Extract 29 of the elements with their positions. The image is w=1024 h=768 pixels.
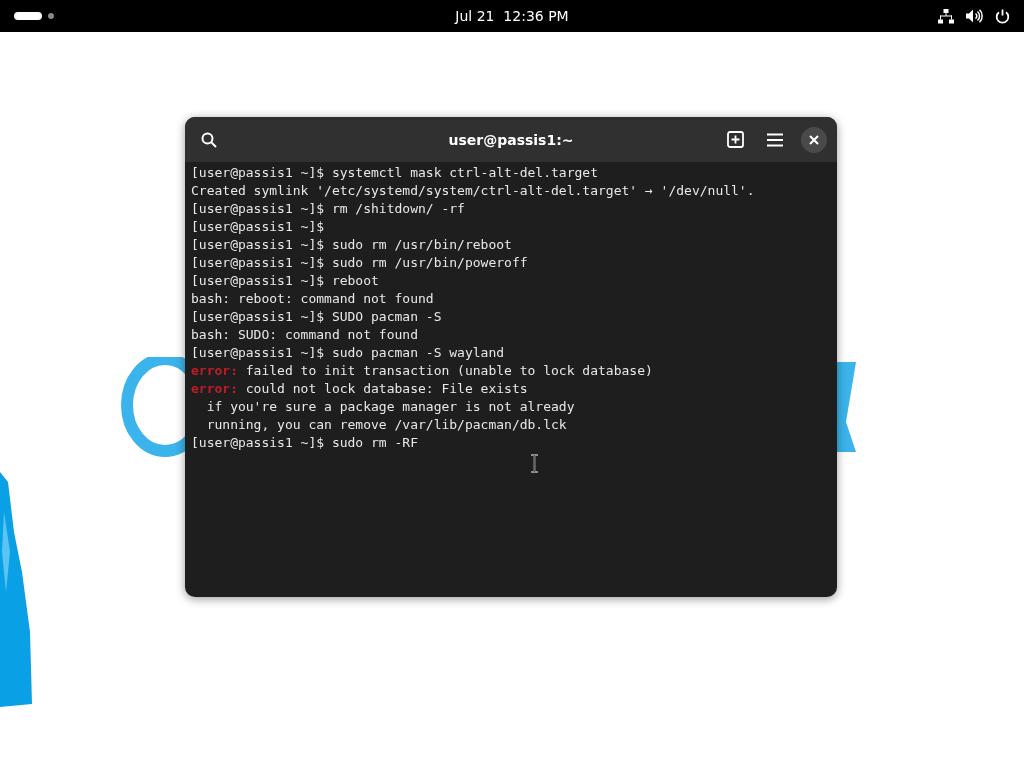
power-icon[interactable] [995,8,1010,24]
volume-icon[interactable] [966,9,983,23]
command-line: [user@passis1 ~]$ sudo rm -RF [191,434,418,452]
command-line: [user@passis1 ~]$ SUDO pacman -S [191,308,442,326]
text-cursor-icon [530,454,539,473]
command-line: [user@passis1 ~]$ sudo rm /usr/bin/poweroff [191,254,528,272]
output-line: if you're sure a package manager is not already [205,398,575,416]
close-icon [809,134,819,145]
command-line: [user@passis1 ~]$ sudo rm /usr/bin/reboot [191,236,512,254]
search-icon [201,131,217,148]
command-line: [user@passis1 ~]$ [191,218,325,236]
workspace-indicator[interactable] [14,12,42,20]
output-line: Created symlink '/etc/systemd/system/ctrl-alt-del.target' → '/dev/null'. [191,182,755,200]
error-line: error: could not lock database: File exists [191,380,528,398]
command-line: [user@passis1 ~]$ reboot [191,272,379,290]
output-line: running, you can remove /var/lib/pacman/db.lck [205,416,567,434]
clock[interactable]: Jul 21 12:36 PM [455,8,569,24]
command-line: [user@passis1 ~]$ rm /shitdown/ -rf [191,200,465,218]
command-line: [user@passis1 ~]$ sudo pacman -S wayland [191,344,505,362]
output-line: bash: reboot: command not found [191,290,434,308]
output-line: bash: SUDO: command not found [191,326,418,344]
workspace-indicator[interactable] [48,13,54,19]
menu-icon [767,132,783,147]
new-tab-icon [726,131,744,148]
error-line: error: failed to init transaction (unable to lock database) [191,362,653,380]
close-button[interactable] [801,126,827,153]
window-title: user@passis1:~ [448,131,574,148]
command-line: [user@passis1 ~]$ systemctl mask ctrl-alt-del.target [191,164,598,182]
network-icon[interactable] [938,8,954,24]
